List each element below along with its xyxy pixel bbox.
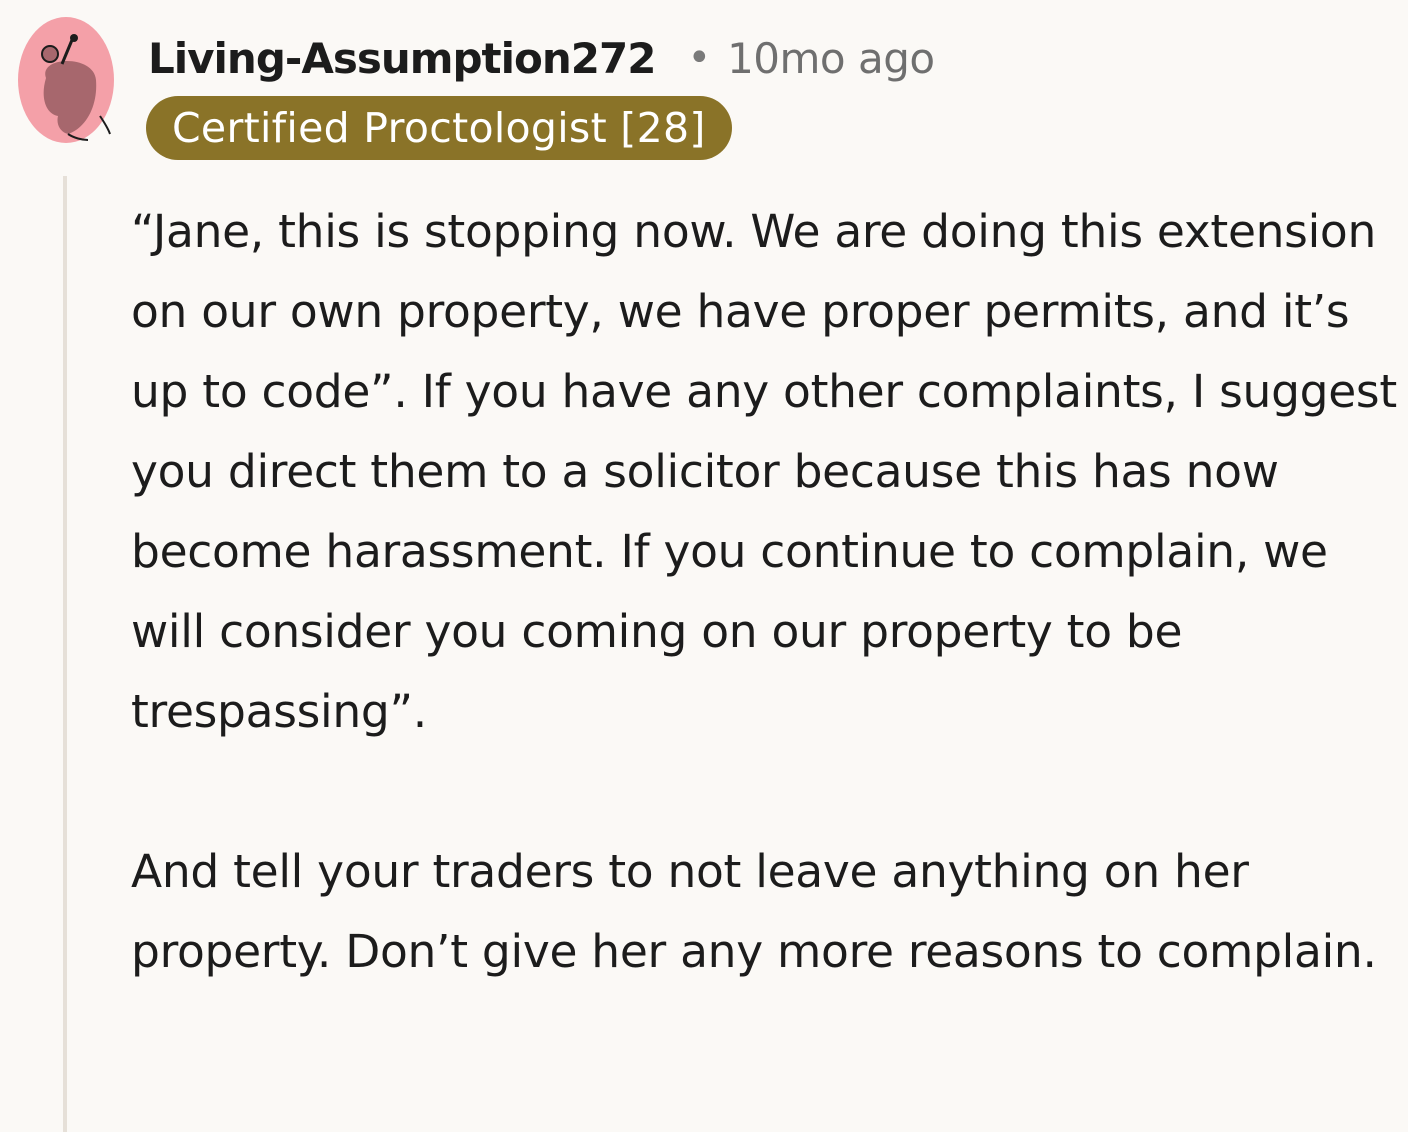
snoo-avatar-icon bbox=[18, 17, 114, 143]
timestamp[interactable]: 10mo ago bbox=[727, 34, 935, 83]
thread-line[interactable] bbox=[63, 176, 67, 1132]
comment-paragraph: “Jane, this is stopping now. We are doin… bbox=[131, 205, 1397, 738]
comment-body: “Jane, this is stopping now. We are doin… bbox=[131, 192, 1401, 992]
separator-dot: • bbox=[687, 35, 712, 81]
username[interactable]: Living-Assumption272 bbox=[148, 34, 656, 83]
user-flair: Certified Proctologist [28] bbox=[146, 96, 732, 160]
avatar[interactable] bbox=[16, 16, 116, 144]
comment: Living-Assumption272 • 10mo ago Certifie… bbox=[0, 0, 1408, 1132]
comment-header: Living-Assumption272 • 10mo ago bbox=[148, 30, 935, 86]
comment-paragraph: And tell your traders to not leave anyth… bbox=[131, 845, 1377, 978]
